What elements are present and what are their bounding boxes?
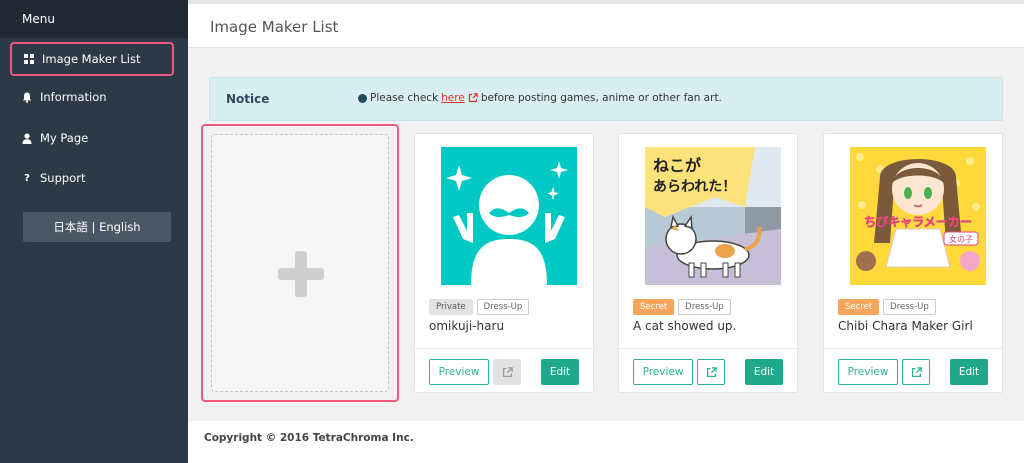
- svg-text:ねこが: ねこが: [653, 156, 701, 175]
- svg-text:ちびキャラメーカー: ちびキャラメーカー: [864, 214, 972, 229]
- status-badge: Secret: [633, 299, 675, 315]
- maker-card: Private Dress-Up omikuji-haru Preview Ed…: [414, 133, 594, 393]
- main-content: Image Maker List Notice Please check her…: [188, 0, 1024, 463]
- add-card-highlight: [201, 124, 399, 402]
- external-link-icon: [468, 93, 478, 103]
- sidebar-header: Menu: [0, 0, 188, 38]
- card-tags: Secret Dress-Up: [838, 299, 936, 315]
- status-badge: Secret: [838, 299, 880, 315]
- notice-text-before: Please check: [370, 92, 439, 104]
- edit-button[interactable]: Edit: [541, 359, 579, 385]
- copyright-text: Copyright © 2016 TetraChroma Inc.: [204, 432, 414, 444]
- preview-button[interactable]: Preview: [838, 359, 898, 385]
- sidebar-item-label: My Page: [40, 131, 89, 145]
- sidebar-item-my-page[interactable]: My Page: [10, 121, 174, 155]
- svg-text:あらわれた！: あらわれた！: [653, 179, 736, 195]
- external-link-icon: [706, 366, 717, 377]
- plus-icon: [278, 251, 324, 297]
- preview-button[interactable]: Preview: [429, 359, 489, 385]
- add-new-maker-card[interactable]: [211, 134, 389, 392]
- grid-icon: [24, 54, 34, 64]
- type-badge: Dress-Up: [476, 299, 530, 315]
- edit-button[interactable]: Edit: [950, 359, 988, 385]
- notice-message: Please check here before posting games, …: [358, 92, 722, 104]
- divider: [619, 348, 797, 349]
- type-badge: Dress-Up: [678, 299, 731, 315]
- external-link-icon: [911, 366, 922, 377]
- footer: Copyright © 2016 TetraChroma Inc.: [188, 421, 1024, 463]
- card-tags: Secret Dress-Up: [633, 299, 731, 315]
- bullet-icon: [358, 93, 367, 103]
- type-badge: Dress-Up: [883, 299, 936, 315]
- language-toggle-button[interactable]: 日本語 | English: [23, 212, 171, 242]
- maker-card: ねこが あらわれた！ Secret Dress-Up A cat showed …: [618, 133, 798, 393]
- preview-button[interactable]: Preview: [633, 359, 693, 385]
- svg-text:女の子: 女の子: [949, 234, 973, 244]
- card-title: Chibi Chara Maker Girl: [838, 319, 973, 333]
- notice-link[interactable]: here: [441, 92, 465, 104]
- top-bar: Image Maker List: [188, 0, 1024, 48]
- sidebar-item-support[interactable]: ? Support: [10, 161, 174, 195]
- sidebar-item-image-maker-list[interactable]: Image Maker List: [10, 42, 174, 76]
- open-external-button[interactable]: [697, 359, 725, 385]
- bell-icon: [22, 92, 32, 103]
- open-external-button[interactable]: [493, 359, 521, 385]
- notice-title: Notice: [226, 92, 270, 106]
- external-link-icon: [502, 366, 513, 377]
- user-icon: [22, 132, 32, 144]
- maker-card: ちびキャラメーカー 女の子 Secret Dress-Up Chibi Char…: [823, 133, 1003, 393]
- divider: [415, 348, 593, 349]
- divider: [824, 348, 1002, 349]
- question-icon: ?: [24, 172, 30, 184]
- notice-text-after: before posting games, anime or other fan…: [480, 92, 722, 104]
- card-title: A cat showed up.: [633, 319, 737, 333]
- status-badge: Private: [429, 299, 473, 315]
- sidebar-item-label: Image Maker List: [42, 52, 141, 66]
- edit-button[interactable]: Edit: [745, 359, 783, 385]
- sidebar-item-label: Information: [40, 90, 107, 104]
- sidebar-item-label: Support: [40, 171, 86, 185]
- open-external-button[interactable]: [902, 359, 930, 385]
- sidebar: Menu Image Maker List Information My Pag…: [0, 0, 188, 463]
- card-title: omikuji-haru: [429, 319, 505, 333]
- page-title: Image Maker List: [210, 18, 339, 36]
- sidebar-item-information[interactable]: Information: [10, 80, 174, 114]
- notice-panel: Notice Please check here before posting …: [209, 77, 1003, 121]
- card-thumbnail[interactable]: ちびキャラメーカー 女の子: [850, 147, 986, 285]
- card-thumbnail[interactable]: ねこが あらわれた！: [645, 147, 781, 285]
- card-thumbnail[interactable]: [441, 147, 577, 285]
- card-tags: Private Dress-Up: [429, 299, 530, 315]
